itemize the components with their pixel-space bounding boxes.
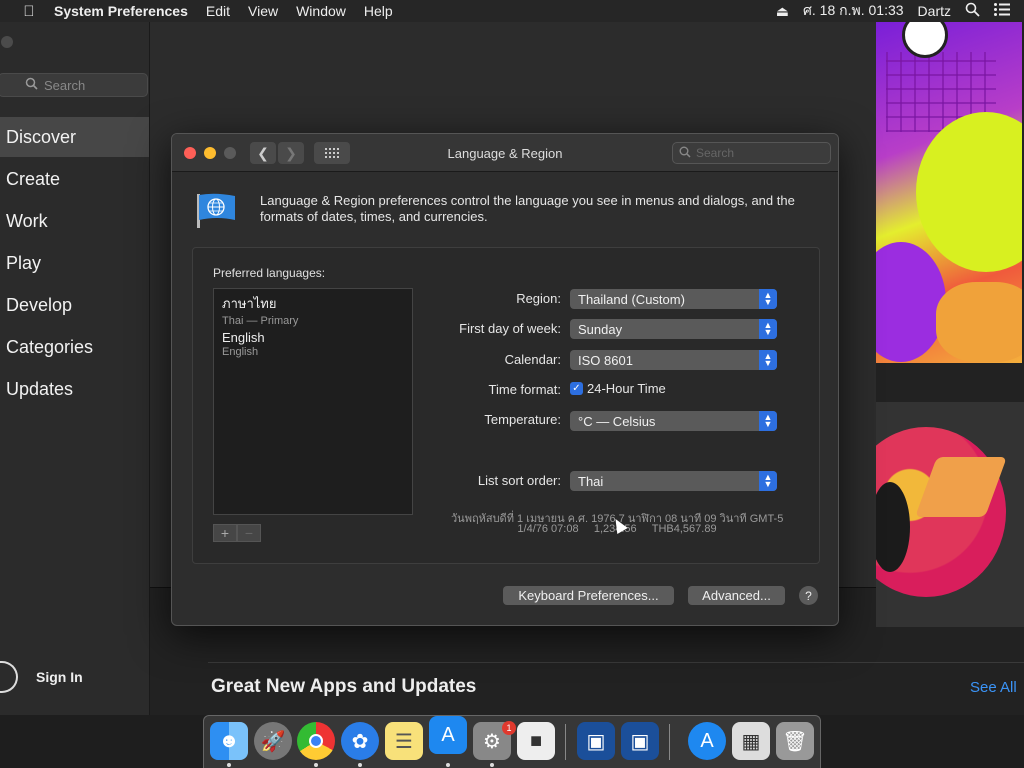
- menu-help[interactable]: Help: [364, 3, 393, 19]
- settings-box: Preferred languages: ภาษาไทย Thai — Prim…: [192, 247, 820, 564]
- calendar-value: ISO 8601: [578, 352, 633, 368]
- notification-center-icon[interactable]: [994, 3, 1010, 19]
- store-search-input[interactable]: Search: [0, 73, 148, 97]
- apple-icon[interactable]: : [19, 3, 39, 20]
- remove-language-button[interactable]: −: [237, 524, 261, 542]
- advanced-button[interactable]: Advanced...: [688, 586, 785, 605]
- calendar-popup[interactable]: ISO 8601 ▲ ▼: [570, 350, 777, 370]
- updown-arrow-icon: ▲ ▼: [759, 411, 777, 431]
- menu-window[interactable]: Window: [296, 3, 346, 19]
- launchpad-icon[interactable]: 🚀: [254, 722, 292, 760]
- preview-icon[interactable]: ▦: [732, 722, 770, 760]
- trash-icon[interactable]: 🗑: [776, 722, 814, 760]
- sort-order-popup[interactable]: Thai ▲ ▼: [570, 471, 777, 491]
- first-day-popup[interactable]: Sunday ▲ ▼: [570, 319, 777, 339]
- finder-icon[interactable]: ☻: [210, 722, 248, 760]
- checkmark-icon: ✓: [570, 382, 583, 395]
- preferred-languages-list[interactable]: ภาษาไทย Thai — Primary English English: [213, 288, 413, 515]
- virtualbox-vm-icon[interactable]: ▣: [621, 722, 659, 760]
- eject-icon[interactable]: ⏏: [776, 3, 789, 20]
- updown-arrow-icon: ▲ ▼: [759, 319, 777, 339]
- add-remove-control: + −: [213, 524, 261, 542]
- virtualbox-icon[interactable]: ▣: [577, 722, 615, 760]
- language-item-thai[interactable]: ภาษาไทย Thai — Primary: [214, 289, 412, 327]
- featured-artwork-2[interactable]: [876, 402, 1024, 627]
- window-titlebar[interactable]: ❮ ❯ Language & Region Search: [172, 134, 838, 172]
- first-day-label: First day of week:: [459, 321, 561, 336]
- region-popup[interactable]: Thailand (Custom) ▲ ▼: [570, 289, 777, 309]
- section-divider: [208, 662, 1024, 663]
- dock: ☻ 🚀 ✿ ☰ A ⚙ 1 ■ ▣ ▣ A ▦ 🗑: [203, 715, 821, 768]
- sidebar-item-categories[interactable]: Categories: [0, 327, 149, 367]
- region-value: Thailand (Custom): [578, 291, 685, 307]
- menu-bar:  System Preferences Edit View Window He…: [0, 0, 1024, 22]
- menubar-user[interactable]: Dartz: [918, 3, 951, 19]
- sign-in-label: Sign In: [36, 669, 83, 685]
- help-button[interactable]: ?: [799, 586, 818, 605]
- keyboard-preferences-button[interactable]: Keyboard Preferences...: [503, 586, 674, 605]
- sidebar-item-develop[interactable]: Develop: [0, 285, 149, 325]
- preferences-search-input[interactable]: Search: [672, 142, 831, 164]
- sort-order-value: Thai: [578, 473, 604, 489]
- account-icon: [0, 661, 18, 693]
- sort-order-label: List sort order:: [477, 473, 561, 488]
- search-icon: [679, 146, 691, 161]
- store-search-placeholder: Search: [44, 77, 86, 93]
- sidebar-item-create[interactable]: Create: [0, 159, 149, 199]
- menu-app-name[interactable]: System Preferences: [54, 3, 188, 19]
- time-format-value: 24-Hour Time: [587, 381, 666, 396]
- featured-artwork[interactable]: [876, 22, 1022, 363]
- window-description: Language & Region preferences control th…: [260, 193, 795, 224]
- see-all-link[interactable]: See All: [970, 679, 1017, 696]
- store-window-dot[interactable]: [1, 36, 13, 48]
- language-region-window: ❮ ❯ Language & Region Search Language & …: [171, 133, 839, 626]
- temperature-popup[interactable]: °C — Celsius ▲ ▼: [570, 411, 777, 431]
- spotlight-icon[interactable]: [965, 2, 980, 20]
- menu-view[interactable]: View: [248, 3, 278, 19]
- menubar-clock[interactable]: ศ. 18 ก.พ. 01:33: [803, 0, 904, 22]
- temperature-value: °C — Celsius: [578, 413, 656, 429]
- updown-arrow-icon: ▲ ▼: [759, 471, 777, 491]
- time-format-checkbox[interactable]: ✓ 24-Hour Time: [570, 381, 666, 396]
- language-sub: English: [222, 346, 259, 358]
- updown-arrow-icon: ▲ ▼: [759, 350, 777, 370]
- menu-edit[interactable]: Edit: [206, 3, 230, 19]
- notes-icon[interactable]: ☰: [385, 722, 423, 760]
- sidebar-item-play[interactable]: Play: [0, 243, 149, 283]
- sidebar-item-updates[interactable]: Updates: [0, 369, 149, 409]
- time-format-label: Time format:: [488, 382, 561, 397]
- language-item-english[interactable]: English English: [214, 326, 412, 363]
- section-title: Great New Apps and Updates: [211, 676, 477, 697]
- language-name: English: [222, 330, 265, 345]
- language-name: ภาษาไทย: [222, 296, 277, 311]
- first-day-value: Sunday: [578, 321, 623, 337]
- sidebar-item-work[interactable]: Work: [0, 201, 149, 241]
- calendar-label: Calendar:: [504, 352, 561, 367]
- language-flag-icon: [197, 193, 235, 228]
- updown-arrow-icon: ▲ ▼: [759, 289, 777, 309]
- temperature-label: Temperature:: [484, 412, 561, 427]
- sign-in-button[interactable]: Sign In: [0, 657, 83, 697]
- safari-icon[interactable]: ✿: [341, 722, 379, 760]
- roblox-icon[interactable]: ■: [517, 722, 555, 760]
- search-icon: [25, 77, 38, 93]
- app-store-download-icon[interactable]: A: [688, 722, 726, 760]
- notification-badge: 1: [502, 721, 516, 735]
- store-sidebar: Search Discover Create Work Play Develop…: [0, 22, 150, 715]
- chrome-icon[interactable]: [297, 722, 335, 760]
- preferred-languages-label: Preferred languages:: [213, 266, 326, 280]
- preferences-search-placeholder: Search: [696, 146, 735, 160]
- sidebar-item-discover[interactable]: Discover: [0, 117, 149, 157]
- add-language-button[interactable]: +: [213, 524, 237, 542]
- app-store-icon[interactable]: A: [429, 716, 467, 754]
- region-label: Region:: [516, 291, 561, 306]
